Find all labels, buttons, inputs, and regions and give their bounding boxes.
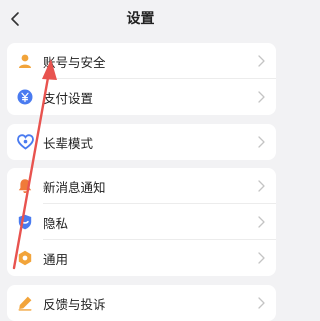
chevron-right-icon [258, 297, 265, 309]
settings-group-feedback: 反馈与投诉 [7, 285, 276, 321]
menu-item-label: 长辈模式 [43, 135, 94, 151]
menu-item-label: 账号与安全 [43, 54, 106, 70]
bell-icon [16, 177, 34, 195]
chevron-right-icon [258, 136, 265, 148]
yuan-icon [16, 88, 34, 106]
menu-item-label: 隐私 [43, 215, 69, 231]
menu-item-general[interactable]: 通用 [7, 240, 276, 276]
chevron-right-icon [258, 180, 265, 192]
heart-icon [16, 133, 34, 151]
chevron-right-icon [258, 252, 265, 264]
menu-item-elder-mode[interactable]: 长辈模式 [7, 124, 276, 160]
menu-item-feedback[interactable]: 反馈与投诉 [7, 285, 276, 321]
chevron-right-icon [258, 55, 265, 67]
settings-group-elder: 长辈模式 [7, 124, 276, 160]
shield-icon [16, 213, 34, 231]
menu-item-label: 通用 [43, 251, 69, 267]
menu-item-label: 支付设置 [43, 90, 94, 106]
page-title: 设置 [126, 11, 155, 27]
edit-icon [16, 294, 34, 312]
menu-item-label: 新消息通知 [43, 179, 106, 195]
menu-item-account-security[interactable]: 账号与安全 [7, 43, 276, 79]
user-icon [16, 52, 34, 70]
gear-icon [16, 249, 34, 267]
header-bar: 设置 [0, 0, 281, 38]
menu-item-privacy[interactable]: 隐私 [7, 204, 276, 240]
settings-group-account: 账号与安全 支付设置 [7, 43, 276, 115]
menu-item-label: 反馈与投诉 [43, 296, 106, 312]
chevron-right-icon [258, 216, 265, 228]
chevron-right-icon [258, 91, 265, 103]
menu-item-payment-settings[interactable]: 支付设置 [7, 79, 276, 115]
menu-item-notifications[interactable]: 新消息通知 [7, 168, 276, 204]
settings-group-general: 新消息通知 隐私 通用 [7, 168, 276, 276]
